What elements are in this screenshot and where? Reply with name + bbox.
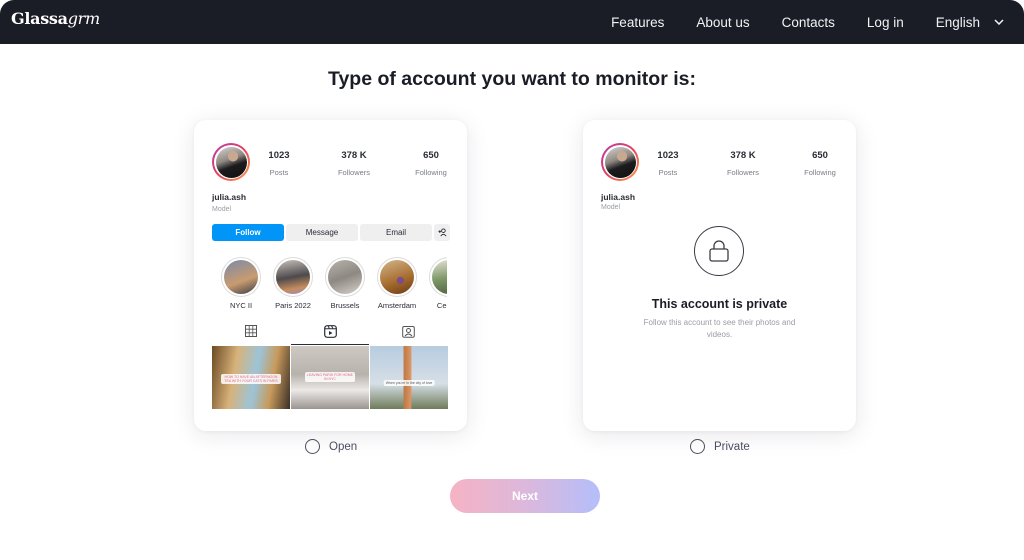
private-account-card[interactable]: 1023 Posts 378 K Followers 650 Following ju…	[583, 120, 856, 431]
chevron-down-icon	[994, 19, 1004, 25]
open-account-card[interactable]: 1023 Posts 378 K Followers 650 Following ju…	[194, 120, 467, 431]
stat-followers: 378 K Followers	[726, 150, 760, 177]
stat-following: 650 Following	[804, 150, 836, 177]
username: julia.ash	[212, 192, 247, 202]
message-button[interactable]: Message	[286, 224, 358, 241]
nav-link-contacts[interactable]: Contacts	[782, 15, 835, 30]
avatar	[601, 143, 639, 181]
lock-icon	[709, 240, 729, 262]
top-navbar: Glassagrm Features About us Contacts Log…	[0, 0, 1024, 44]
add-user-icon	[437, 228, 446, 237]
lock-badge	[694, 226, 744, 276]
profile-tabs	[212, 323, 448, 345]
user-role: Model	[601, 204, 621, 211]
tab-tagged[interactable]	[369, 323, 448, 345]
post-caption: HOW TO HAVE AN AFTERNOON TEA WITH YOUR C…	[221, 374, 281, 384]
nav-link-login[interactable]: Log in	[867, 15, 904, 30]
language-selector[interactable]: English	[936, 15, 1004, 30]
post-thumbnail[interactable]: LEAVING PARIS FOR HOME IN NYC	[291, 346, 369, 409]
radio-open[interactable]: Open	[305, 439, 357, 454]
nav-link-features[interactable]: Features	[611, 15, 664, 30]
stat-following: 650 Following	[415, 150, 447, 177]
story-highlights: NYC II Paris 2022 Brussels Amsterdam Cen…	[220, 257, 447, 310]
logo-text-bold: Glassa	[11, 9, 68, 28]
private-title: This account is private	[651, 297, 788, 311]
nav-links: Features About us Contacts Log in Englis…	[579, 0, 1004, 44]
story-highlight[interactable]: Paris 2022	[272, 257, 314, 310]
radio-open-label: Open	[329, 440, 358, 453]
logo[interactable]: Glassagrm	[11, 9, 100, 28]
avatar	[212, 143, 250, 181]
story-highlight[interactable]: Central	[428, 257, 447, 310]
radio-private-label: Private	[714, 440, 750, 453]
email-button[interactable]: Email	[360, 224, 432, 241]
tab-posts[interactable]	[212, 323, 291, 345]
post-thumbnail[interactable]: HOW TO HAVE AN AFTERNOON TEA WITH YOUR C…	[212, 346, 290, 409]
stat-posts: 1023 Posts	[268, 150, 290, 177]
grid-icon	[245, 325, 258, 337]
reels-icon	[323, 325, 337, 338]
page-title: Type of account you want to monitor is:	[328, 68, 696, 90]
stat-followers: 378 K Followers	[337, 150, 371, 177]
radio-circle[interactable]	[305, 439, 320, 454]
tagged-user-icon	[402, 326, 415, 338]
post-caption: When you're in the city of love	[383, 380, 435, 386]
stat-posts: 1023 Posts	[657, 150, 679, 177]
suggest-user-button[interactable]	[434, 224, 450, 241]
user-role: Model	[212, 206, 232, 213]
tab-reels[interactable]	[290, 323, 370, 345]
story-highlight[interactable]: NYC II	[220, 257, 262, 310]
private-subtitle: Follow this account to see their photos …	[643, 318, 796, 339]
story-highlight[interactable]: Brussels	[324, 257, 366, 310]
story-highlight[interactable]: Amsterdam	[376, 257, 418, 310]
follow-button[interactable]: Follow	[212, 224, 284, 241]
post-caption: LEAVING PARIS FOR HOME IN NYC	[305, 372, 355, 382]
radio-circle[interactable]	[690, 439, 705, 454]
logo-text-italic: grm	[67, 9, 100, 28]
language-label: English	[935, 14, 980, 30]
post-thumbnail[interactable]: When you're in the city of love	[370, 346, 448, 409]
next-button[interactable]: Next	[450, 479, 600, 513]
username: julia.ash	[601, 192, 636, 202]
profile-actions: Follow Message Email	[212, 224, 450, 241]
radio-private[interactable]: Private	[690, 439, 750, 454]
nav-link-about[interactable]: About us	[696, 15, 749, 30]
posts-grid: HOW TO HAVE AN AFTERNOON TEA WITH YOUR C…	[212, 346, 448, 409]
